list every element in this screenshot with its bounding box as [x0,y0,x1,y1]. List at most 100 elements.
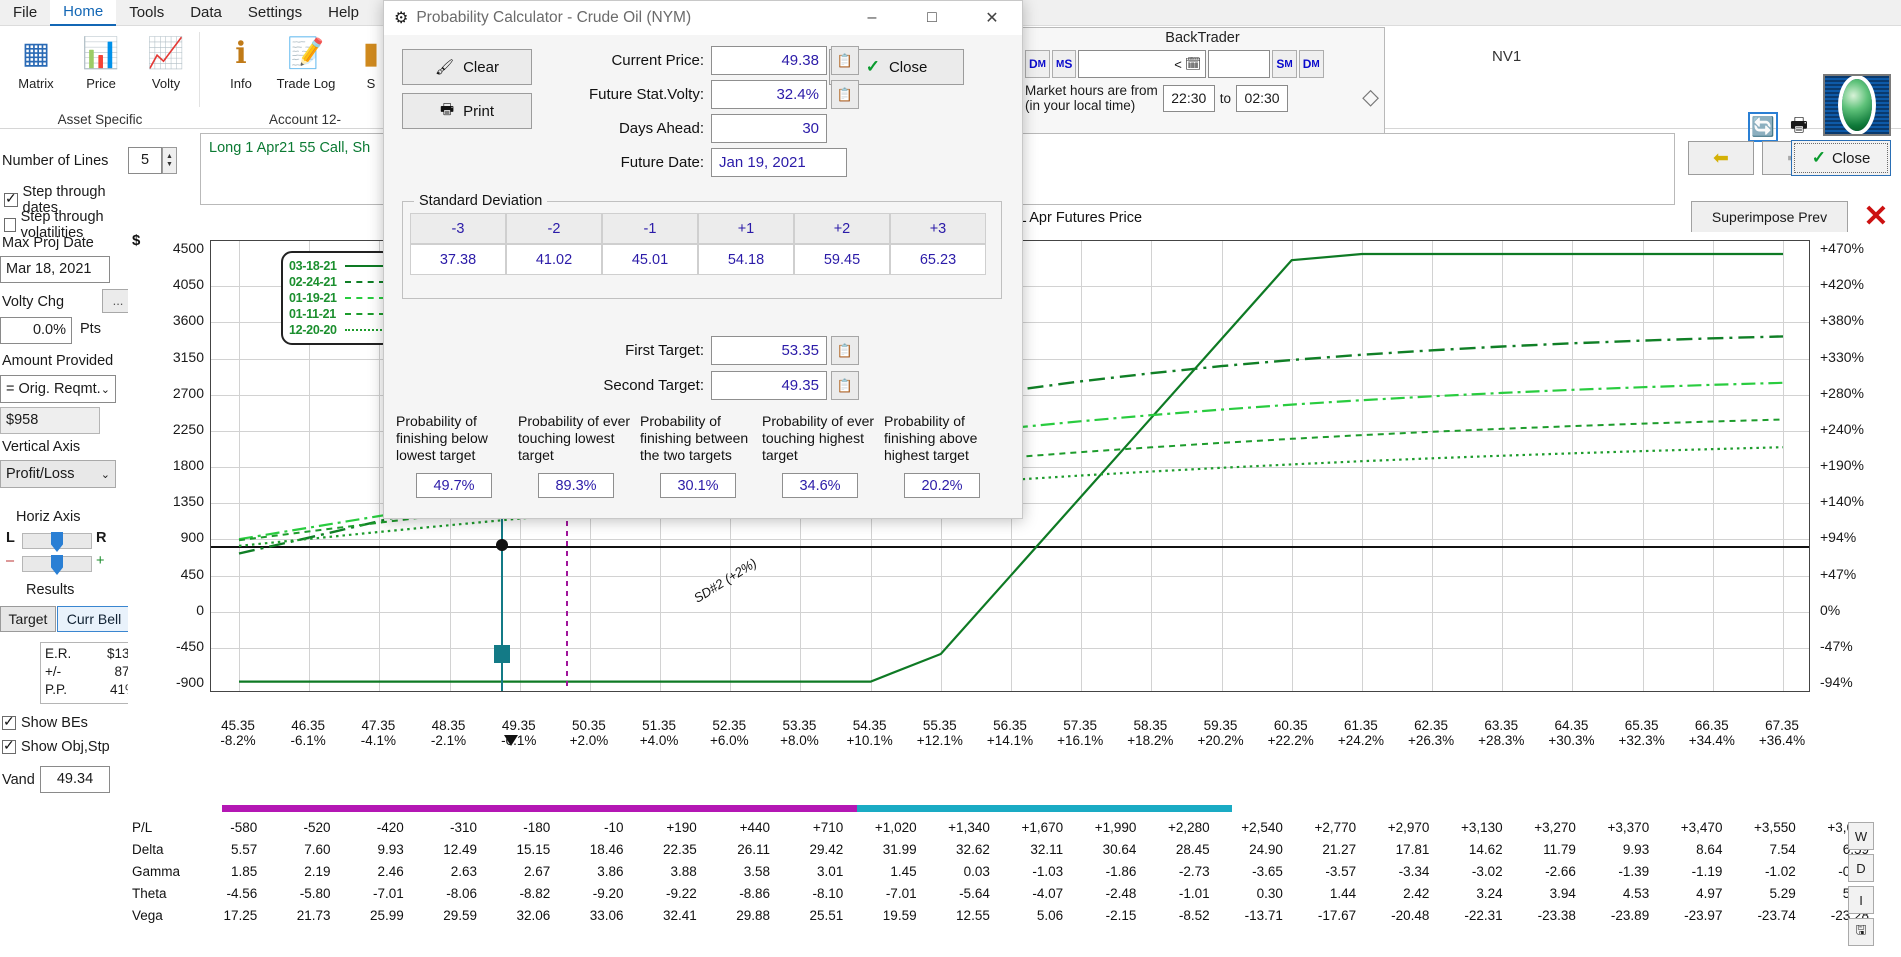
ribbon-group-asset-specific-caption: Asset Specific [57,112,143,127]
refresh-icon[interactable]: 🔄 [1748,112,1778,142]
table-cell: -3.65 [1252,864,1283,879]
table-cell: 28.45 [1175,842,1210,857]
calendar-icon[interactable]: 🗓 [1185,56,1206,72]
close-button[interactable]: ✓ Close [1791,140,1891,176]
max-proj-date-input[interactable]: Mar 18, 2021 [0,256,110,283]
side-button-d[interactable]: D [1848,854,1874,882]
vand-input[interactable]: 49.34 [40,766,110,793]
x-tick-price-20: 65.35 [1624,718,1659,733]
sd-value-0: 37.38 [410,244,506,275]
horiz-axis-slider-thumb[interactable] [51,532,63,552]
future-stat-volty-input[interactable]: 32.4% [711,80,827,109]
zoom-out-label[interactable]: – [6,553,14,569]
clear-button[interactable]: 🖌 Clear [402,49,532,85]
ribbon-button-trade-log[interactable]: 📝 Trade Log [275,32,337,91]
number-of-lines-stepper[interactable]: ▲ ▼ [162,147,177,174]
checkbox-show-objstp[interactable]: Show Obj,Stp [2,737,110,755]
tab-target[interactable]: Target [0,606,56,632]
app-logo [1823,74,1891,136]
second-target-paste-button[interactable]: 📋 [831,371,859,400]
expand-chevron-icon[interactable]: ◇ [1362,84,1379,110]
first-target-paste-button[interactable]: 📋 [831,336,859,365]
print-button[interactable]: 🖶 Print [402,93,532,129]
dialog-minimize-button[interactable]: – [842,1,902,35]
x-axis-tick-15: 60.35 +22.2% [1259,718,1323,748]
ribbon-button-price-label: Price [86,76,116,91]
nav-back-button[interactable]: ⬅ [1688,141,1754,175]
ribbon-button-matrix[interactable]: ▦ Matrix [5,32,67,91]
menu-item-data[interactable]: Data [177,1,235,24]
second-target-input[interactable]: 49.35 [711,371,827,400]
chart-y-right-tick-9: +47% [1820,565,1857,582]
dialog-titlebar[interactable]: ⚙ Probability Calculator - Crude Oil (NY… [384,1,1022,35]
volty-chg-input[interactable]: 0.0% [0,317,72,344]
show-bes-checkbox-box [2,713,16,730]
probability-label-2: Probability of finishing between the two… [640,413,749,463]
table-cell: 3.86 [597,864,624,879]
date-lt-icon[interactable]: < [1174,57,1185,72]
backtrader-d-button[interactable]: DM [1298,50,1324,78]
current-price-input[interactable]: 49.38 [711,46,827,75]
menu-item-settings[interactable]: Settings [235,1,315,24]
horiz-axis-label: Horiz Axis [16,509,81,525]
first-target-input[interactable]: 53.35 [711,336,827,365]
x-axis-tick-5: 50.35 +2.0% [557,718,621,748]
menu-item-help[interactable]: Help [315,1,372,24]
side-button-w[interactable]: W [1848,822,1874,850]
superimpose-prev-button[interactable]: Superimpose Prev [1691,201,1848,233]
x-tick-pct-4: -0.1% [501,733,537,748]
x-axis-tick-16: 61.35 +24.2% [1329,718,1393,748]
future-stat-volty-paste-button[interactable]: 📋 [831,80,859,109]
ribbon-button-price[interactable]: 📊 Price [70,32,132,91]
dialog-maximize-button[interactable]: □ [902,1,962,35]
gear-icon: ⚙ [394,10,409,27]
tab-curr-bell[interactable]: Curr Bell [57,606,131,632]
future-date-label: Future Date: [620,154,704,171]
ribbon-button-info[interactable]: ℹ Info [210,32,272,91]
chart-y-right-tick-1: +420% [1820,276,1864,293]
menu-item-file[interactable]: File [0,1,50,24]
chart-y-tick-5: 2250 [172,420,204,437]
sd-header-2: -1 [602,213,698,244]
menu-item-home[interactable]: Home [50,0,117,26]
backtrader-month-down-button[interactable]: DM [1025,50,1051,78]
zoom-slider-thumb[interactable] [51,555,63,575]
amount-provided-select[interactable]: = Orig. Reqmt. ⌄ [0,375,116,403]
ribbon-button-volty[interactable]: 📈 Volty [135,32,197,91]
days-ahead-input[interactable]: 30 [711,114,827,143]
backtrader-second-input[interactable] [1208,50,1271,78]
vertical-axis-select[interactable]: Profit/Loss ⌄ [0,460,116,488]
checkbox-show-bes[interactable]: Show BEs [2,713,88,731]
sd-value-2: 45.01 [602,244,698,275]
menu-item-tools[interactable]: Tools [116,1,177,24]
side-button-stack: W D I 🖫 [1848,822,1874,950]
number-of-lines-input[interactable]: 5 [128,147,162,174]
max-proj-date-label: Max Proj Date [2,235,94,251]
table-cell: +3,270 [1534,820,1576,835]
horiz-axis-slider[interactable] [22,532,92,552]
table-cell: -2.66 [1545,864,1576,879]
printer-icon[interactable]: 🖶 [1784,112,1814,142]
market-to-time-input[interactable]: 02:30 [1236,84,1289,112]
future-date-input[interactable]: Jan 19, 2021 [711,148,847,177]
backtrader-step-back-button[interactable]: MS [1052,50,1077,78]
current-price-handle[interactable] [494,645,510,663]
side-button-export[interactable]: 🖫 [1848,918,1874,946]
table-cell: +3,130 [1461,820,1503,835]
dialog-close-button[interactable]: ✕ [962,1,1022,35]
probability-label-1: Probability of ever touching lowest targ… [518,413,631,463]
ribbon-group-account-caption: Account 12- [268,112,342,127]
side-button-i[interactable]: I [1848,886,1874,914]
table-cell: -3.57 [1325,864,1357,879]
zoom-slider[interactable] [22,555,92,575]
x-tick-pct-20: +32.3% [1618,733,1665,748]
current-price-paste-button[interactable]: 📋 [831,46,859,75]
market-from-time-input[interactable]: 22:30 [1162,84,1215,112]
table-cell: 2.42 [1403,886,1430,901]
backtrader-s-button[interactable]: SM [1272,50,1297,78]
chart-y-tick-12: -900 [175,674,204,690]
backtrader-date-input[interactable]: < 🗓 [1078,50,1207,78]
close-x-icon[interactable]: ✕ [1860,200,1892,233]
nv-version-label: NV1 [1492,48,1522,65]
zoom-in-label[interactable]: + [96,553,104,569]
